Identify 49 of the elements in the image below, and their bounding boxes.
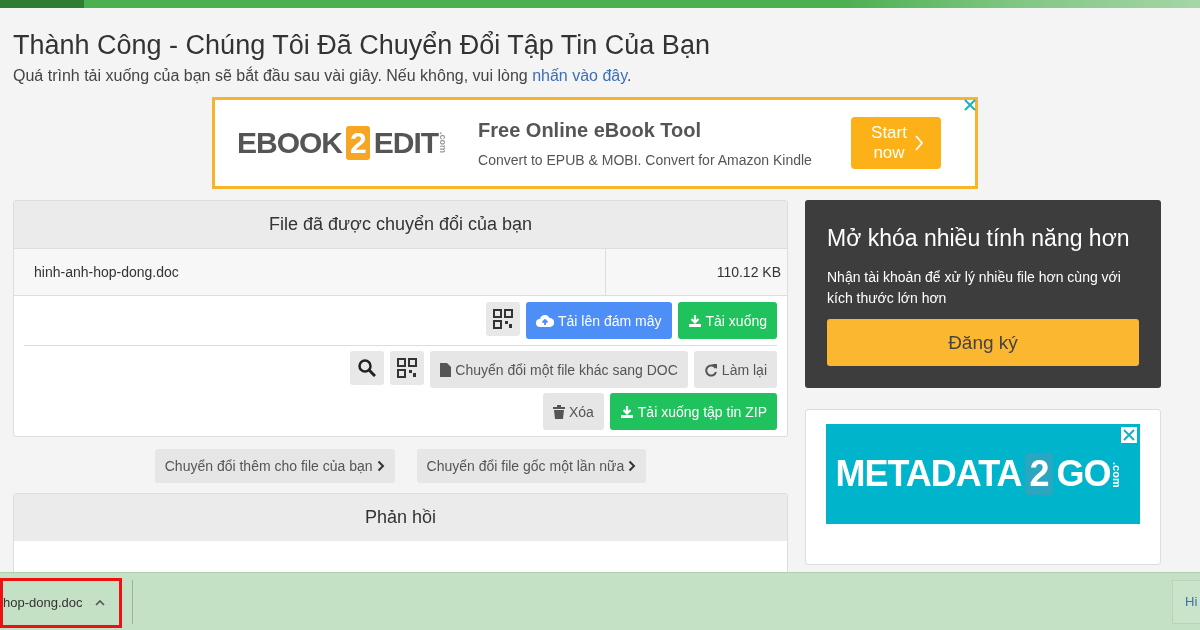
trash-icon [552, 404, 565, 419]
file-size: 110.12 KB [715, 264, 782, 280]
download-item[interactable]: hop-dong.doc [0, 577, 122, 628]
convert-more-button[interactable]: Chuyển đổi thêm cho file của bạn [154, 449, 395, 483]
promo-text: Nhận tài khoản để xử lý nhiều file hơn cùng với kích thước lớn hơn [827, 268, 1122, 309]
file-name: hop-dong.doc [3, 595, 83, 610]
redo-icon [703, 362, 718, 377]
register-button[interactable]: Đăng ký [827, 319, 1139, 367]
qr-code-icon [397, 358, 418, 378]
close-icon[interactable] [963, 98, 977, 112]
ad-headline: Free Online eBook Tool [478, 118, 703, 142]
download-icon [619, 404, 634, 419]
ad-banner[interactable]: EBOOK 2 EDIT .com Free Online eBook Tool Convert to EPUB & MOBI. Convert for Amazon Kindle Start now [212, 97, 978, 189]
ad-banner[interactable]: METADATA 2 GO .com [826, 424, 1140, 525]
search-icon [358, 359, 377, 377]
show-all-button[interactable]: Hi [1172, 579, 1200, 624]
ad-description: Convert to EPUB & MOBI. Convert for Amazon Kindle [478, 151, 813, 168]
panel-heading: Phản hồi [14, 494, 787, 541]
file-name: hinh-anh-hop-dong.doc [14, 249, 606, 295]
close-icon[interactable] [1121, 427, 1137, 444]
panel-heading: File đã được chuyển đổi của bạn [14, 201, 787, 249]
file-icon [440, 362, 452, 377]
chevron-right-icon [376, 460, 385, 472]
logo-domain: .com [1110, 461, 1123, 488]
qr-code-button[interactable] [486, 302, 521, 336]
download-icon [687, 313, 702, 328]
logo-text: EBOOK [237, 126, 342, 160]
subtitle-text: Quá trình tải xuống của bạn sẽ bắt đầu sau vài giây. Nếu không, vui lòng nhấn vào đây. [13, 67, 633, 85]
logo-number: 2 [346, 126, 370, 160]
action-button[interactable]: Làm lại [693, 351, 777, 388]
qr-code-button[interactable] [390, 351, 425, 385]
logo-domain: .com [438, 132, 449, 154]
action-button[interactable]: Tải lên đám mây [526, 302, 672, 339]
chevron-right-icon [915, 135, 923, 151]
action-button[interactable]: Xóa [542, 393, 604, 430]
chevron-right-icon [628, 460, 637, 472]
page-title: Thành Công - Chúng Tôi Đã Chuyển Đổi Tập Tin Của Bạn [13, 30, 711, 61]
search-button[interactable] [350, 351, 385, 385]
action-button[interactable]: Chuyển đổi một file khác sang DOC [430, 351, 688, 388]
click-here-link[interactable]: nhấn vào đây [532, 67, 628, 84]
logo-text: METADATA [835, 453, 1022, 496]
cloud-upload-icon [536, 313, 555, 328]
qr-code-icon [493, 309, 514, 329]
promo-title: Mở khóa nhiều tính năng hơn [827, 224, 1131, 253]
convert-more-button[interactable]: Chuyển đổi file gốc một lần nữa [416, 449, 647, 483]
logo-text: GO [1056, 453, 1111, 496]
logo-number: 2 [1025, 453, 1053, 496]
chevron-up-icon [95, 599, 105, 606]
logo-text: EDIT [373, 126, 439, 160]
